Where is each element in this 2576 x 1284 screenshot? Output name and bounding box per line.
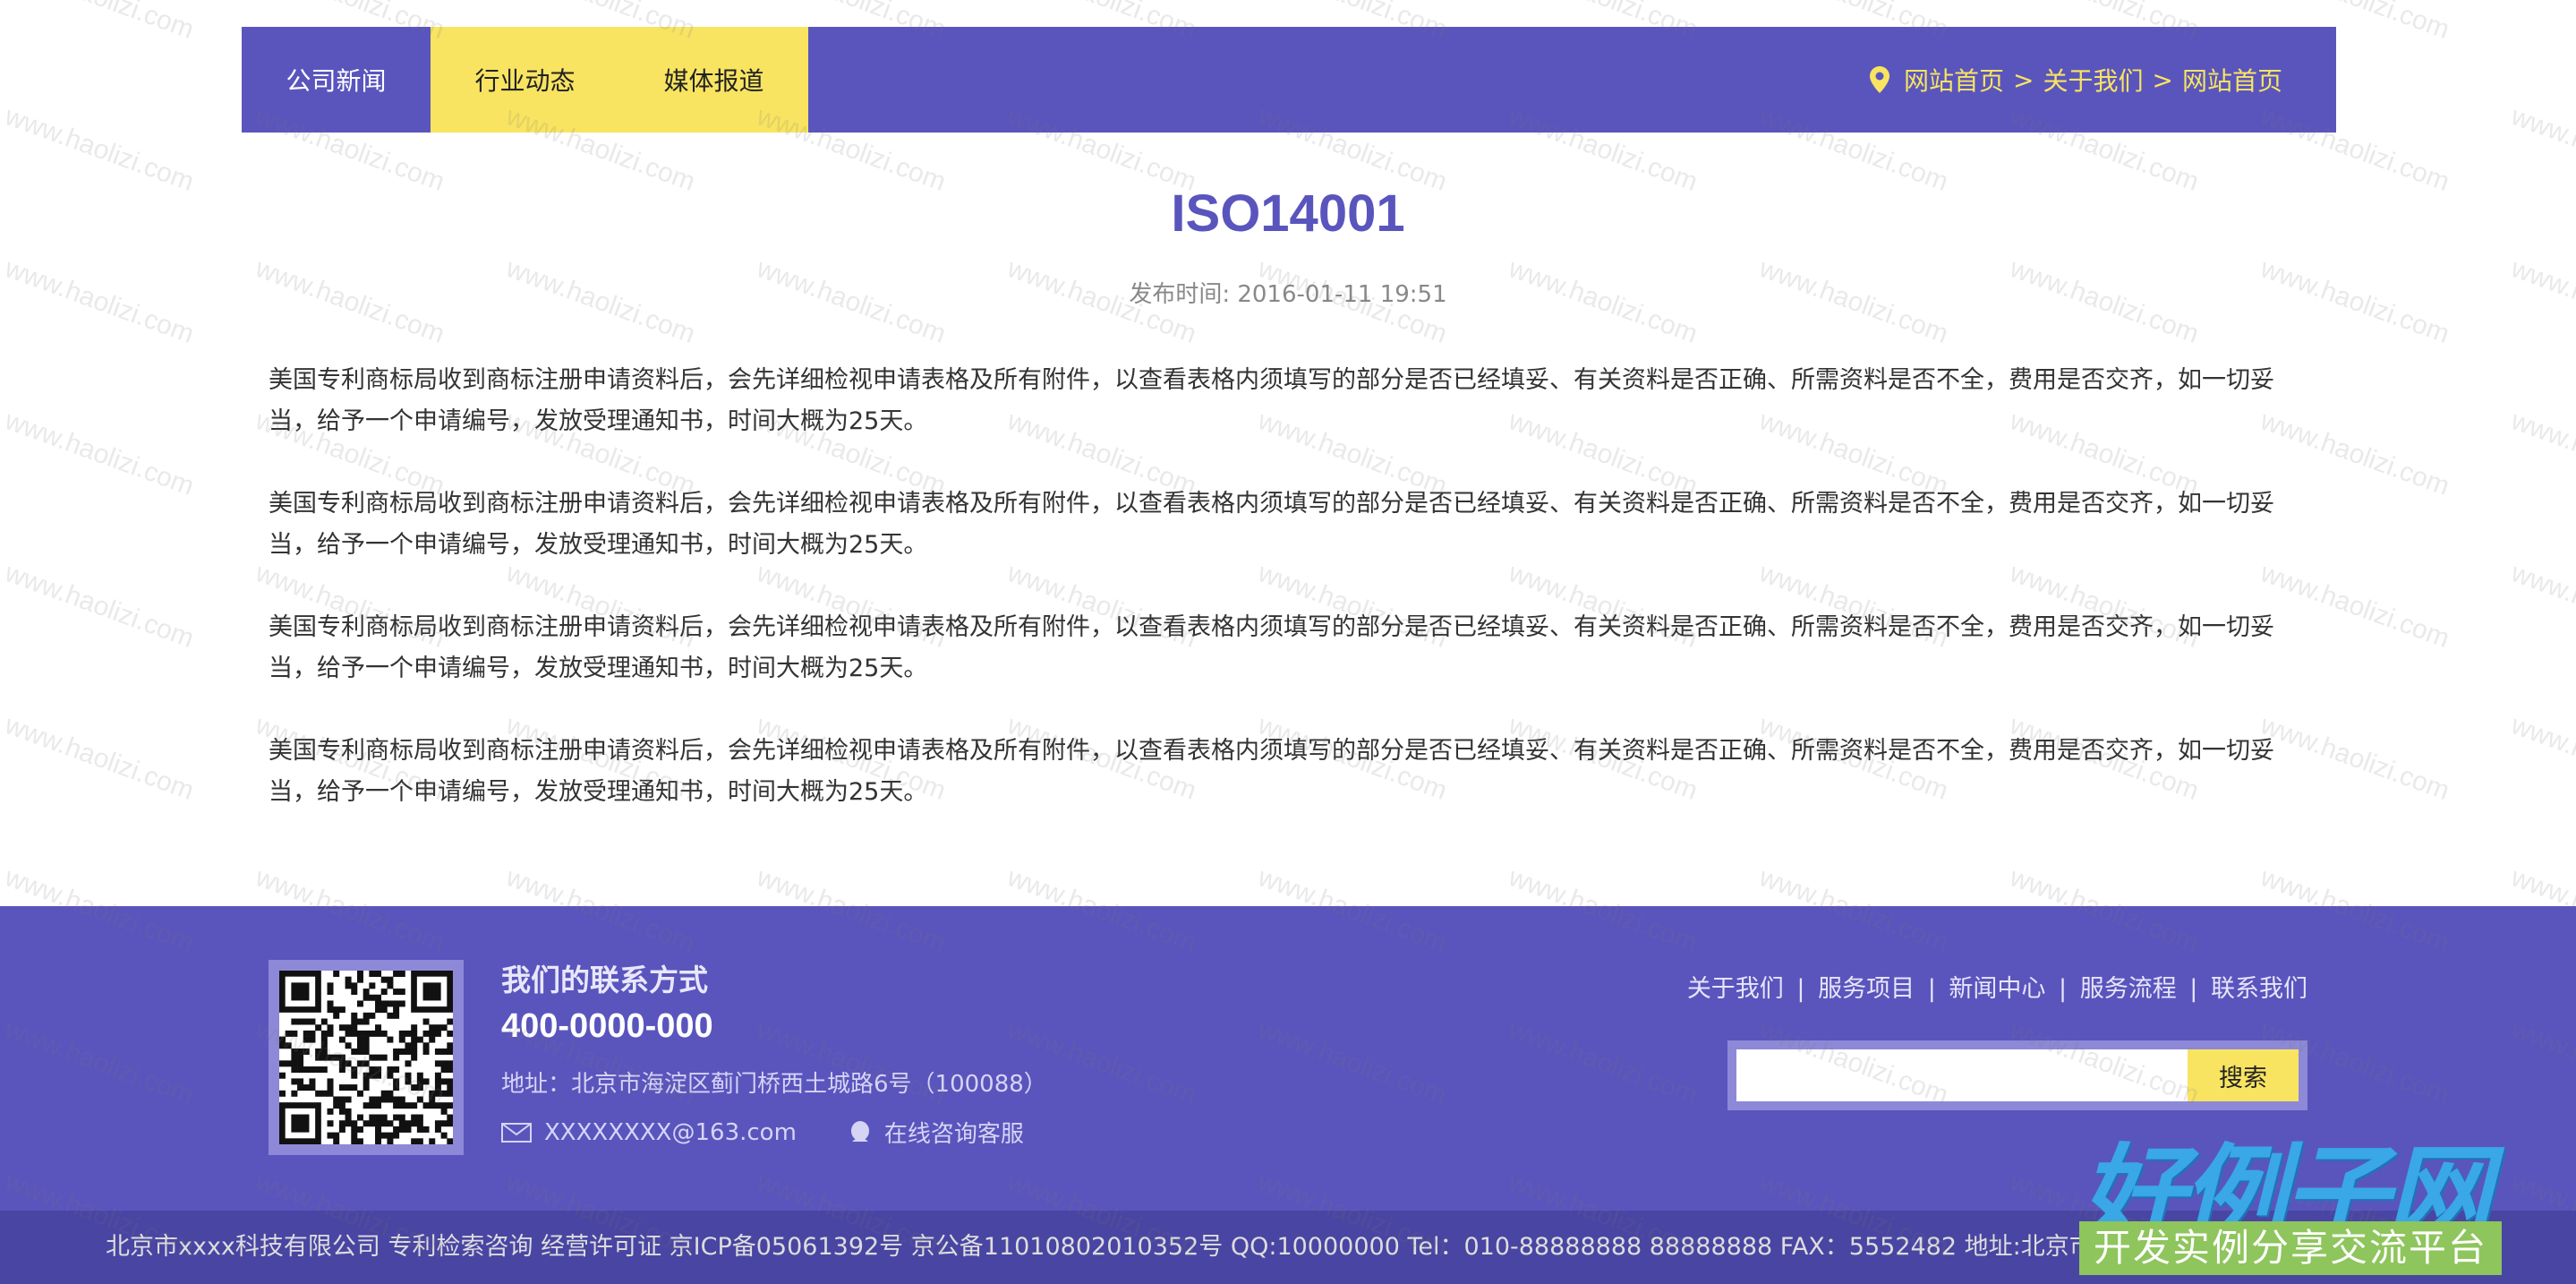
article-title: ISO14001 [1171, 184, 1405, 243]
online-service-link[interactable]: 在线咨询客服 [884, 1116, 1024, 1149]
contact-title: 我们的联系方式 [501, 963, 708, 997]
contact-address: 地址：北京市海淀区蓟门桥西土城路6号（100088） [501, 1071, 1047, 1098]
location-pin-icon [1870, 66, 1890, 93]
qr-code-image [279, 971, 454, 1145]
article-paragraph: 美国专利商标局收到商标注册申请资料后，会先详细检视申请表格及所有附件，以查看表格… [269, 737, 2274, 806]
footer-link-news[interactable]: 新闻中心 [1949, 975, 2045, 1003]
logo-subtitle: 开发实例分享交流平台 [2079, 1221, 2502, 1275]
nav-active-group: 行业动态 媒体报道 [431, 27, 808, 133]
footer-link-about[interactable]: 关于我们 [1687, 975, 1784, 1003]
watermark-text: www.haolizi.com [1, 710, 198, 806]
watermark-text: www.haolizi.com [2507, 406, 2576, 501]
search-input[interactable] [1736, 1049, 2188, 1101]
chat-bubble-icon [850, 1120, 869, 1142]
article-paragraph: 美国专利商标局收到商标注册申请资料后，会先详细检视申请表格及所有附件，以查看表格… [269, 613, 2274, 682]
search-box: 搜索 [1727, 1040, 2307, 1110]
footer-link-separator: | [1927, 975, 1936, 1003]
watermark-text: www.haolizi.com [2507, 0, 2576, 46]
footer-links: 关于我们 | 服务项目 | 新闻中心 | 服务流程 | 联系我们 [1687, 969, 2307, 1004]
contact-row: XXXXXXXX@163.com 在线咨询客服 [501, 1116, 1024, 1149]
watermark-text: www.haolizi.com [2507, 558, 2576, 654]
qr-code-icon [279, 971, 454, 1145]
article-body: 美国专利商标局收到商标注册申请资料后，会先详细检视申请表格及所有附件，以查看表格… [269, 360, 2300, 854]
footer-link-separator: | [2059, 975, 2068, 1003]
article-publish-time: 发布时间: 2016-01-11 19:51 [1129, 281, 1447, 308]
watermark-text: www.haolizi.com [2507, 710, 2576, 806]
copyright-text: 北京市xxxx科技有限公司 专利检索咨询 经营许可证 京ICP备05061392… [106, 1233, 2375, 1261]
contact-email[interactable]: XXXXXXXX@163.com [544, 1119, 797, 1146]
breadcrumb-about-link[interactable]: 关于我们 [2043, 62, 2144, 98]
footer-link-services[interactable]: 服务项目 [1818, 975, 1915, 1003]
breadcrumb-separator: > [2013, 64, 2034, 95]
footer-link-separator: | [1796, 975, 1805, 1003]
article-paragraph: 美国专利商标局收到商标注册申请资料后，会先详细检视申请表格及所有附件，以查看表格… [269, 490, 2274, 559]
breadcrumb-home-link[interactable]: 网站首页 [1904, 62, 2004, 98]
breadcrumb-separator: > [2152, 64, 2173, 95]
article-paragraph: 美国专利商标局收到商标注册申请资料后，会先详细检视申请表格及所有附件，以查看表格… [269, 366, 2274, 435]
qr-code [269, 960, 464, 1155]
breadcrumb-current-link[interactable]: 网站首页 [2182, 62, 2282, 98]
site-logo: 好例子网 开发实例分享交流平台 [2072, 1109, 2502, 1284]
footer-link-contact[interactable]: 联系我们 [2211, 975, 2307, 1003]
footer-link-separator: | [2189, 975, 2198, 1003]
watermark-text: www.haolizi.com [1, 558, 198, 654]
breadcrumb: 网站首页 > 关于我们 > 网站首页 [1870, 27, 2282, 133]
contact-phone: 400-0000-000 [501, 1007, 713, 1045]
watermark-text: www.haolizi.com [1, 406, 198, 501]
mail-icon [501, 1122, 532, 1143]
nav-item-company-news[interactable]: 公司新闻 [242, 27, 431, 133]
top-nav: 公司新闻 行业动态 媒体报道 网站首页 > 关于我们 > 网站首页 [242, 27, 2336, 133]
search-button[interactable]: 搜索 [2188, 1049, 2299, 1101]
footer-link-process[interactable]: 服务流程 [2080, 975, 2177, 1003]
nav-item-media-reports[interactable]: 媒体报道 [619, 27, 808, 133]
nav-item-industry-news[interactable]: 行业动态 [431, 27, 619, 133]
watermark-text: www.haolizi.com [1, 0, 198, 46]
